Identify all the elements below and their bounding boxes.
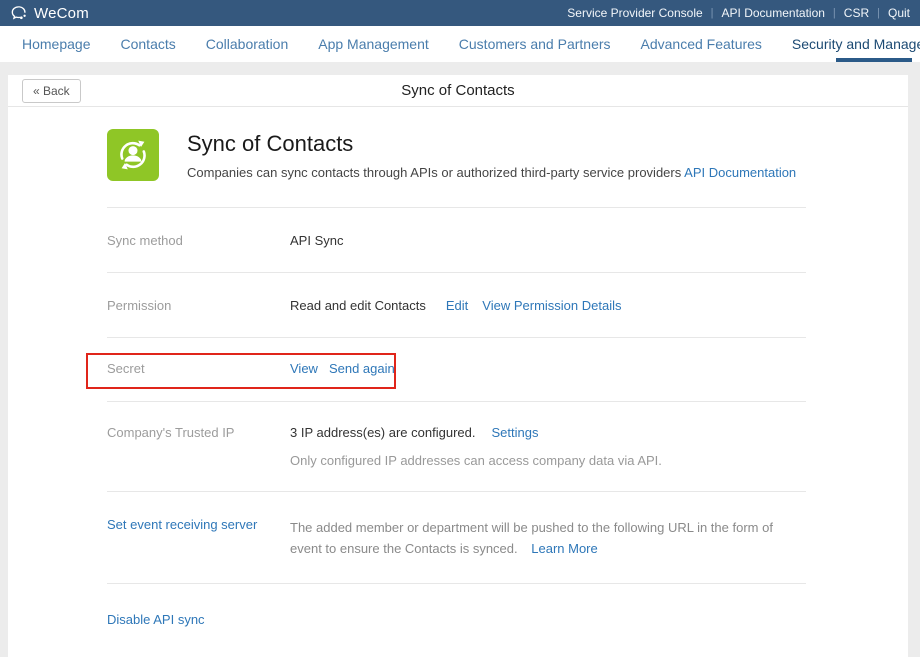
secret-view-link[interactable]: View bbox=[290, 361, 318, 376]
back-button[interactable]: « Back bbox=[22, 79, 81, 103]
trusted-ip-label: Company's Trusted IP bbox=[107, 425, 290, 468]
row-sync-method: Sync method API Sync bbox=[107, 208, 806, 273]
top-link-quit[interactable]: Quit bbox=[888, 6, 910, 20]
permission-label: Permission bbox=[107, 298, 290, 313]
content-panel: « Back Sync of Contacts Sync bbox=[8, 75, 908, 657]
top-menu: Service Provider Console | API Documenta… bbox=[567, 6, 910, 20]
disable-api-sync-link[interactable]: Disable API sync bbox=[107, 612, 205, 627]
top-link-api-documentation[interactable]: API Documentation bbox=[722, 6, 825, 20]
row-event-server: Set event receiving server The added mem… bbox=[107, 492, 806, 584]
wecom-brand: WeCom bbox=[10, 4, 89, 22]
trusted-ip-note: Only configured IP addresses can access … bbox=[290, 453, 806, 468]
permission-edit-link[interactable]: Edit bbox=[446, 298, 468, 313]
learn-more-link[interactable]: Learn More bbox=[531, 541, 597, 556]
sync-method-label: Sync method bbox=[107, 233, 290, 248]
top-bar: WeCom Service Provider Console | API Doc… bbox=[0, 0, 920, 26]
trusted-ip-settings-link[interactable]: Settings bbox=[491, 425, 538, 440]
sub-header: « Back Sync of Contacts bbox=[8, 75, 908, 107]
settings-content: Sync of Contacts Companies can sync cont… bbox=[8, 107, 806, 657]
trusted-ip-value: 3 IP address(es) are configured. bbox=[290, 425, 475, 440]
separator: | bbox=[877, 7, 880, 19]
page-title: Sync of Contacts bbox=[8, 82, 908, 99]
nav-item-app-management[interactable]: App Management bbox=[318, 26, 429, 62]
nav-item-advanced-features[interactable]: Advanced Features bbox=[641, 26, 762, 62]
brand-name: WeCom bbox=[34, 5, 89, 22]
row-disable-api-sync: Disable API sync bbox=[107, 584, 806, 657]
sync-contacts-icon bbox=[107, 129, 159, 181]
main-nav: Homepage Contacts Collaboration App Mana… bbox=[0, 26, 920, 62]
row-trusted-ip: Company's Trusted IP 3 IP address(es) ar… bbox=[107, 402, 806, 492]
row-secret: Secret View Send again bbox=[107, 338, 806, 402]
event-server-description: The added member or department will be p… bbox=[290, 517, 800, 559]
hero-subtitle-text: Companies can sync contacts through APIs… bbox=[187, 165, 681, 180]
row-permission: Permission Read and edit Contacts Edit V… bbox=[107, 273, 806, 338]
hero-title: Sync of Contacts bbox=[187, 131, 796, 157]
secret-label: Secret bbox=[107, 361, 290, 376]
nav-item-homepage[interactable]: Homepage bbox=[22, 26, 91, 62]
set-event-server-link[interactable]: Set event receiving server bbox=[107, 517, 257, 532]
view-permission-details-link[interactable]: View Permission Details bbox=[482, 298, 621, 313]
top-link-csr[interactable]: CSR bbox=[844, 6, 869, 20]
nav-item-contacts[interactable]: Contacts bbox=[121, 26, 176, 62]
nav-item-customers-and-partners[interactable]: Customers and Partners bbox=[459, 26, 611, 62]
hero-subtitle: Companies can sync contacts through APIs… bbox=[187, 165, 796, 180]
hero-section: Sync of Contacts Companies can sync cont… bbox=[107, 107, 806, 208]
nav-item-security-and-management[interactable]: Security and Management bbox=[792, 26, 920, 62]
secret-send-again-link[interactable]: Send again bbox=[329, 361, 395, 376]
separator: | bbox=[711, 7, 714, 19]
api-documentation-link[interactable]: API Documentation bbox=[684, 165, 796, 180]
hero-text: Sync of Contacts Companies can sync cont… bbox=[187, 129, 796, 181]
wecom-logo-icon bbox=[10, 4, 28, 22]
top-link-service-provider-console[interactable]: Service Provider Console bbox=[567, 6, 702, 20]
nav-item-collaboration[interactable]: Collaboration bbox=[206, 26, 289, 62]
separator: | bbox=[833, 7, 836, 19]
permission-value: Read and edit Contacts bbox=[290, 298, 426, 313]
sync-method-value: API Sync bbox=[290, 233, 343, 248]
